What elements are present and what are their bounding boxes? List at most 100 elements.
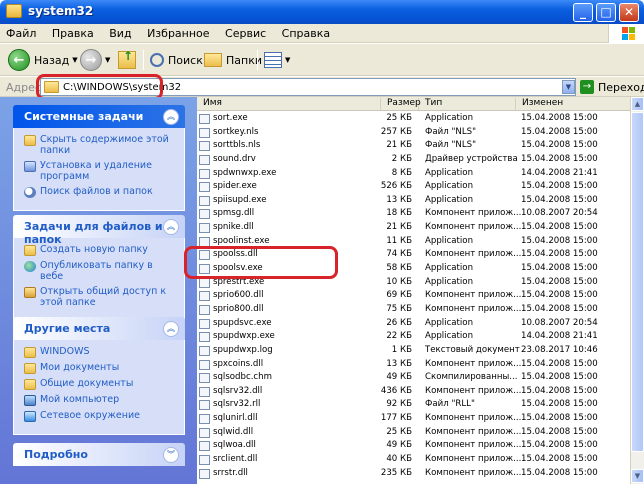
file-icon <box>199 195 210 206</box>
file-name: sorttbls.nls <box>213 140 261 151</box>
close-button[interactable]: ✕ <box>619 3 639 22</box>
vertical-scrollbar[interactable]: ▲ ▼ <box>630 97 644 484</box>
table-row[interactable]: spiisupd.exe 13 КБ Application 15.04.2008 1… <box>197 194 630 208</box>
table-row[interactable]: spxcoins.dll 13 КБ Компонент прилож... 15.0… <box>197 358 630 372</box>
menu-tools[interactable]: Сервис <box>219 24 272 40</box>
place-my-computer-link[interactable]: Мой компьютер <box>24 394 176 406</box>
file-size: 2 КБ <box>391 153 412 164</box>
title-bar[interactable]: system32 _ □ ✕ <box>0 0 644 24</box>
table-row[interactable]: sqlsrv32.rll 92 КБ Файл "RLL" 15.04.2008 15… <box>197 398 630 412</box>
column-name[interactable]: Имя <box>197 98 381 110</box>
file-size: 49 КБ <box>386 372 412 383</box>
column-type[interactable]: Тип <box>419 98 516 110</box>
other-places-header[interactable]: Другие места ︽ <box>13 317 185 340</box>
share-folder-link[interactable]: Открыть общий доступ к этой папке <box>24 286 176 308</box>
file-name: spnike.dll <box>213 222 254 233</box>
table-row[interactable]: sorttbls.nls 21 КБ Файл "NLS" 15.04.2008 15… <box>197 139 630 153</box>
file-type: Файл "NLS" <box>425 140 477 151</box>
table-row[interactable]: sqlwid.dll 25 КБ Компонент прилож... 15.04.… <box>197 426 630 440</box>
forward-button[interactable]: → ▼ <box>80 48 110 72</box>
file-modified: 15.04.2008 15:00 <box>521 140 598 151</box>
go-button[interactable]: → Переход <box>580 80 644 94</box>
file-modified: 15.04.2008 15:00 <box>521 303 598 314</box>
place-network-link[interactable]: Сетевое окружение <box>24 410 176 422</box>
table-row[interactable]: spdwnwxp.exe 8 КБ Application 14.04.2008 21… <box>197 167 630 181</box>
table-row[interactable]: srrstr.dll 235 КБ Компонент прилож... 15.04… <box>197 467 630 481</box>
search-files-link[interactable]: Поиск файлов и папок <box>24 186 176 198</box>
scroll-thumb[interactable] <box>631 112 644 452</box>
place-my-documents-link[interactable]: Мои документы <box>24 362 176 374</box>
maximize-button[interactable]: □ <box>596 3 616 22</box>
file-icon <box>199 427 210 438</box>
add-remove-programs-link[interactable]: Установка и удаление программ <box>24 160 176 182</box>
column-modified[interactable]: Изменен <box>516 98 630 110</box>
collapse-icon[interactable]: ︽ <box>163 321 179 337</box>
menu-edit[interactable]: Правка <box>46 24 100 40</box>
table-row[interactable]: sprio600.dll 69 КБ Компонент прилож... 15.0… <box>197 289 630 303</box>
toolbar: ← Назад ▼ → ▼ ↑ Поиск Папки ▼ <box>0 44 644 76</box>
menu-bar: Файл Правка Вид Избранное Сервис Справка <box>0 24 644 43</box>
table-row[interactable]: sound.drv 2 КБ Драйвер устройства 15.04.200… <box>197 153 630 167</box>
scroll-up-button[interactable]: ▲ <box>631 97 644 111</box>
other-places-title: Другие места <box>24 322 111 335</box>
folder-up-icon: ↑ <box>118 49 136 69</box>
back-button[interactable]: ← Назад ▼ <box>8 48 78 72</box>
file-type: Application <box>425 113 474 123</box>
file-size: 49 КБ <box>386 440 412 451</box>
place-windows-link[interactable]: WINDOWS <box>24 346 176 358</box>
table-row[interactable]: spmsg.dll 18 КБ Компонент прилож... 10.08.2… <box>197 207 630 221</box>
details-header[interactable]: Подробно ︾ <box>13 443 185 466</box>
table-row[interactable]: sqlsrv32.dll 436 КБ Компонент прилож... 15.… <box>197 385 630 399</box>
hide-folder-contents-link[interactable]: Скрыть содержимое этой папки <box>24 134 176 156</box>
file-tasks-header[interactable]: Задачи для файлов и папок ︽ <box>13 215 185 246</box>
menu-view[interactable]: Вид <box>103 24 137 40</box>
file-type: Компонент прилож... <box>425 467 522 478</box>
file-size: 21 КБ <box>386 140 412 151</box>
table-row[interactable]: spupdwxp.log 1 КБ Текстовый документ 23.08.… <box>197 344 630 358</box>
file-icon <box>199 441 210 452</box>
views-button[interactable]: ▼ <box>264 48 290 72</box>
menu-help[interactable]: Справка <box>276 24 336 40</box>
search-button[interactable]: Поиск <box>150 48 203 72</box>
table-row[interactable]: spupdwxp.exe 22 КБ Application 14.04.2008 2… <box>197 330 630 344</box>
table-row[interactable]: sqlwoa.dll 49 КБ Компонент прилож... 15.04.… <box>197 439 630 453</box>
file-size: 8 КБ <box>391 167 412 178</box>
expand-icon[interactable]: ︾ <box>163 447 179 463</box>
file-icon <box>199 373 210 384</box>
table-row[interactable]: sort.exe 25 КБ Application 15.04.2008 15:00 <box>197 112 630 126</box>
table-row[interactable]: sqlsodbc.chm 49 КБ Скомпилированны... 15.04… <box>197 371 630 385</box>
file-icon <box>199 332 210 343</box>
file-type: Компонент прилож... <box>425 290 522 301</box>
column-size[interactable]: Размер <box>381 98 421 110</box>
table-row[interactable]: srclient.dll 40 КБ Компонент прилож... 15.0… <box>197 453 630 467</box>
file-type: Компонент прилож... <box>425 440 522 451</box>
minimize-button[interactable]: _ <box>573 3 593 22</box>
table-row[interactable]: sprio800.dll 75 КБ Компонент прилож... 15.0… <box>197 303 630 317</box>
file-name: spiisupd.exe <box>213 194 267 205</box>
table-row[interactable]: spnike.dll 21 КБ Компонент прилож... 15.04.… <box>197 221 630 235</box>
back-arrow-icon: ← <box>8 49 30 71</box>
folders-button[interactable]: Папки <box>204 48 262 72</box>
place-shared-documents-link[interactable]: Общие документы <box>24 378 176 390</box>
file-size: 74 КБ <box>386 249 412 260</box>
file-name: spmsg.dll <box>213 208 255 219</box>
file-modified: 15.04.2008 15:00 <box>521 426 598 437</box>
views-icon <box>264 52 282 68</box>
publish-web-link[interactable]: Опубликовать папку в вебе <box>24 260 176 282</box>
table-row[interactable]: sortkey.nls 257 КБ Файл "NLS" 15.04.2008 15… <box>197 126 630 140</box>
collapse-icon[interactable]: ︽ <box>163 109 179 125</box>
table-row[interactable]: sqlunirl.dll 177 КБ Компонент прилож... 15.… <box>197 412 630 426</box>
collapse-icon[interactable]: ︽ <box>163 219 179 235</box>
menu-file[interactable]: Файл <box>0 24 42 40</box>
file-name: spdwnwxp.exe <box>213 167 277 178</box>
table-row[interactable]: spider.exe 526 КБ Application 15.04.2008 15… <box>197 180 630 194</box>
table-row[interactable]: spupdsvc.exe 26 КБ Application 10.08.2007 2… <box>197 317 630 331</box>
up-button[interactable]: ↑ <box>118 48 136 72</box>
scroll-down-button[interactable]: ▼ <box>631 469 644 483</box>
system-tasks-title: Системные задачи <box>24 110 144 123</box>
menu-favorites[interactable]: Избранное <box>141 24 215 40</box>
file-name: srclient.dll <box>213 454 258 465</box>
system-tasks-header[interactable]: Системные задачи ︽ <box>13 105 185 128</box>
address-dropdown-button[interactable]: ▼ <box>562 80 575 94</box>
file-size: 58 КБ <box>386 263 412 274</box>
